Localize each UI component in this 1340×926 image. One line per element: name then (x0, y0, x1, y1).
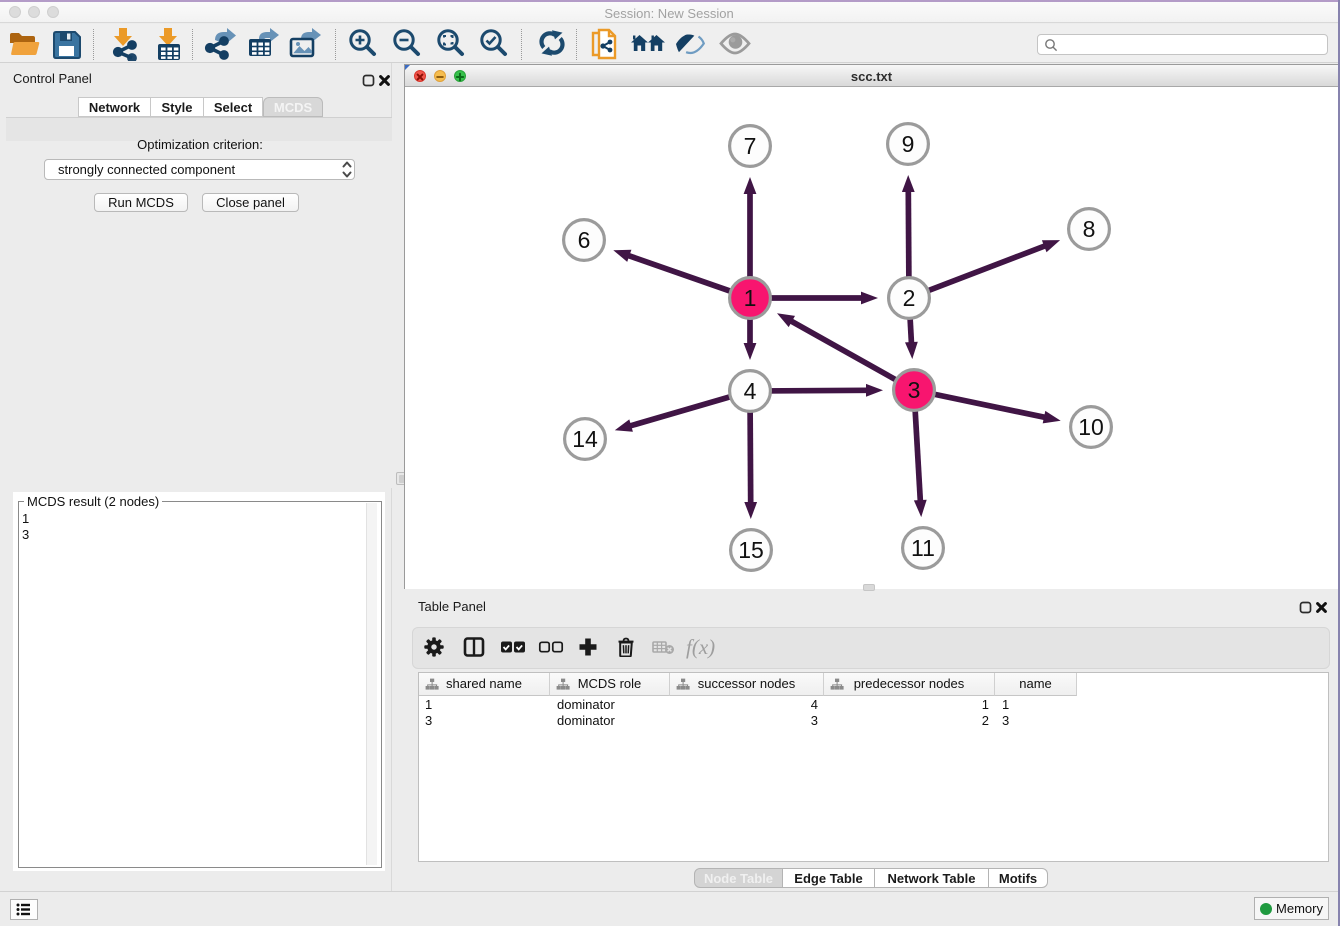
svg-text:4: 4 (744, 378, 757, 404)
svg-text:15: 15 (738, 537, 764, 563)
svg-text:9: 9 (902, 131, 915, 157)
svg-text:8: 8 (1083, 216, 1096, 242)
svg-text:11: 11 (911, 535, 935, 561)
svg-text:2: 2 (903, 285, 916, 311)
svg-text:10: 10 (1078, 414, 1104, 440)
svg-text:6: 6 (578, 227, 591, 253)
svg-text:14: 14 (572, 426, 598, 452)
svg-text:3: 3 (908, 377, 921, 403)
svg-text:1: 1 (744, 285, 757, 311)
svg-text:7: 7 (744, 133, 757, 159)
